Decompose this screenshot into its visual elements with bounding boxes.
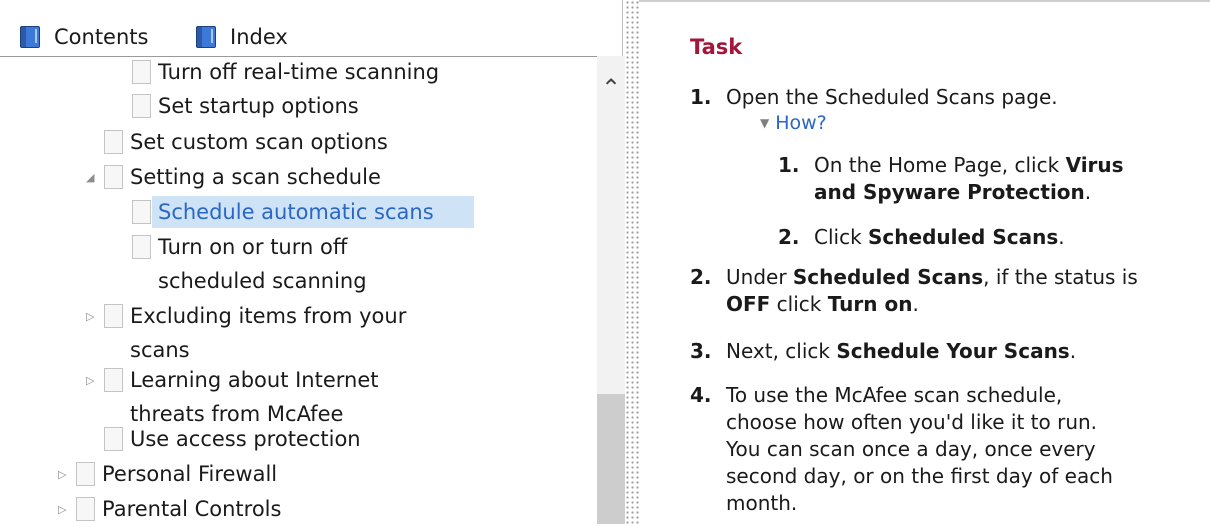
step-text: Next, click Schedule Your Scans. [726, 338, 1076, 365]
collapsed-triangle-icon[interactable]: ▷ [58, 459, 66, 491]
tree-item-label-line2: scans [130, 338, 190, 362]
tree-item-label: Turn off real-time scanning [158, 60, 440, 84]
tree-item-label: Excluding items from your [130, 304, 407, 328]
page-icon [104, 130, 123, 154]
bold-text: Scheduled Scans [792, 265, 984, 289]
step-number: 3. [690, 339, 712, 363]
text-line: choose how often you'd like it to run. [726, 410, 1098, 434]
bold-text: Virus [1065, 153, 1124, 177]
tree-item-label: Set custom scan options [130, 130, 388, 154]
book-icon [196, 26, 216, 48]
tree-item-setting-a-scan-schedule[interactable]: ◢ Setting a scan schedule [86, 161, 381, 193]
tree-item-learning-about-internet-threats[interactable]: ▷ Learning about Internet threats from M… [86, 364, 379, 430]
book-icon [20, 26, 40, 48]
page-icon [132, 60, 151, 84]
tree-item-turn-on-or-turn-off-scheduled-scanning[interactable]: Turn on or turn off scheduled scanning [132, 231, 367, 297]
bold-text: and Spyware Protection [814, 180, 1085, 204]
step-number: 2. [778, 225, 800, 249]
text-segment: . [912, 292, 919, 316]
text-segment: . [1058, 225, 1065, 249]
tree-item-label: Schedule automatic scans [158, 200, 434, 224]
step-text: On the Home Page, click Virus and Spywar… [814, 152, 1124, 206]
collapsed-triangle-icon[interactable]: ▷ [86, 301, 94, 333]
tree-item-label: Set startup options [158, 94, 359, 118]
text-line: month. [726, 491, 798, 515]
tree-item-personal-firewall[interactable]: ▷ Personal Firewall [58, 458, 278, 490]
collapsed-triangle-icon[interactable]: ▷ [86, 365, 94, 397]
tab-index-label: Index [230, 25, 288, 49]
contents-tree: Turn off real-time scanning Set startup … [0, 56, 590, 524]
text-segment: . [1069, 339, 1077, 363]
step-number: 1. [778, 153, 800, 177]
text-line: second day, or on the first day of each [726, 464, 1113, 488]
step-number: 1. [690, 85, 712, 109]
tree-item-label-wrap: Turn on or turn off scheduled scanning [158, 231, 367, 297]
expanded-triangle-icon[interactable]: ◢ [86, 162, 94, 194]
tree-item-schedule-automatic-scans[interactable]: Schedule automatic scans [132, 196, 434, 228]
step-text: Under Scheduled Scans, if the status is … [726, 264, 1138, 318]
task-heading: Task [690, 35, 743, 59]
page-icon [104, 427, 123, 451]
bold-text: Turn on [827, 292, 913, 316]
text-segment: Under [726, 265, 793, 289]
tree-item-set-startup-options[interactable]: Set startup options [132, 90, 359, 122]
tree-item-label-line2: scheduled scanning [158, 269, 367, 293]
text-line: To use the McAfee scan schedule, [726, 383, 1063, 407]
page-icon [104, 165, 123, 189]
pane-splitter[interactable] [625, 0, 639, 524]
text-segment: . [1084, 180, 1092, 204]
tree-item-turn-off-real-time-scanning[interactable]: Turn off real-time scanning [132, 56, 439, 88]
help-content-pane: Task 1. Open the Scheduled Scans page. ▼… [660, 0, 1210, 524]
page-icon [132, 94, 151, 118]
page-icon [76, 497, 95, 521]
tree-item-label: Turn on or turn off [158, 235, 348, 259]
tab-index[interactable]: Index [196, 23, 288, 51]
step-number: 2. [690, 265, 712, 289]
step-text: Open the Scheduled Scans page. [726, 85, 1058, 109]
tree-item-excluding-items-from-your-scans[interactable]: ▷ Excluding items from your scans [86, 300, 406, 366]
page-icon [132, 200, 151, 224]
text-segment: Click [814, 225, 869, 249]
text-segment: On the Home Page, click [814, 153, 1066, 177]
tree-item-label-wrap: Learning about Internet threats from McA… [130, 364, 379, 430]
page-icon [132, 235, 151, 259]
bold-text: Scheduled Scans [868, 225, 1059, 249]
how-link[interactable]: How? [775, 112, 827, 134]
text-segment: , if the status is [983, 265, 1138, 289]
tree-item-parental-controls[interactable]: ▷ Parental Controls [58, 493, 282, 525]
tree-item-label: Parental Controls [102, 497, 282, 521]
page-icon [104, 304, 123, 328]
bold-text: OFF [726, 292, 771, 316]
tree-item-label-wrap: Excluding items from your scans [130, 300, 406, 366]
step-text: Click Scheduled Scans. [814, 224, 1065, 251]
tab-bar: Contents Index [0, 10, 622, 57]
text-segment: Next, click [726, 339, 837, 363]
tree-item-set-custom-scan-options[interactable]: Set custom scan options [104, 126, 388, 158]
tree-item-label: Personal Firewall [102, 462, 278, 486]
how-toggle[interactable]: ▼ How? [760, 112, 827, 134]
text-line: You can scan once a day, once every [726, 437, 1096, 461]
page-icon [76, 462, 95, 486]
tree-item-use-access-protection[interactable]: Use access protection [104, 423, 361, 455]
tree-item-label: Learning about Internet [130, 368, 379, 392]
text-segment: click [770, 292, 828, 316]
tab-contents-label: Contents [54, 25, 149, 49]
tab-contents[interactable]: Contents [20, 23, 148, 51]
chevron-up-icon[interactable]: ⌃ [599, 74, 623, 102]
tree-scrollbar[interactable]: ⌃ [597, 56, 625, 524]
step-number: 4. [690, 383, 712, 407]
collapsed-triangle-icon[interactable]: ▷ [58, 494, 66, 526]
step-text: To use the McAfee scan schedule, choose … [726, 382, 1113, 517]
page-icon [104, 368, 123, 392]
scrollbar-thumb[interactable] [597, 394, 625, 524]
expand-arrow-icon: ▼ [760, 116, 770, 130]
tree-item-label: Use access protection [130, 427, 361, 451]
contents-pane: Contents Index Turn off real-time scanni… [0, 0, 625, 524]
tree-item-label: Setting a scan schedule [130, 165, 381, 189]
bold-text: Schedule Your Scans [836, 339, 1070, 363]
